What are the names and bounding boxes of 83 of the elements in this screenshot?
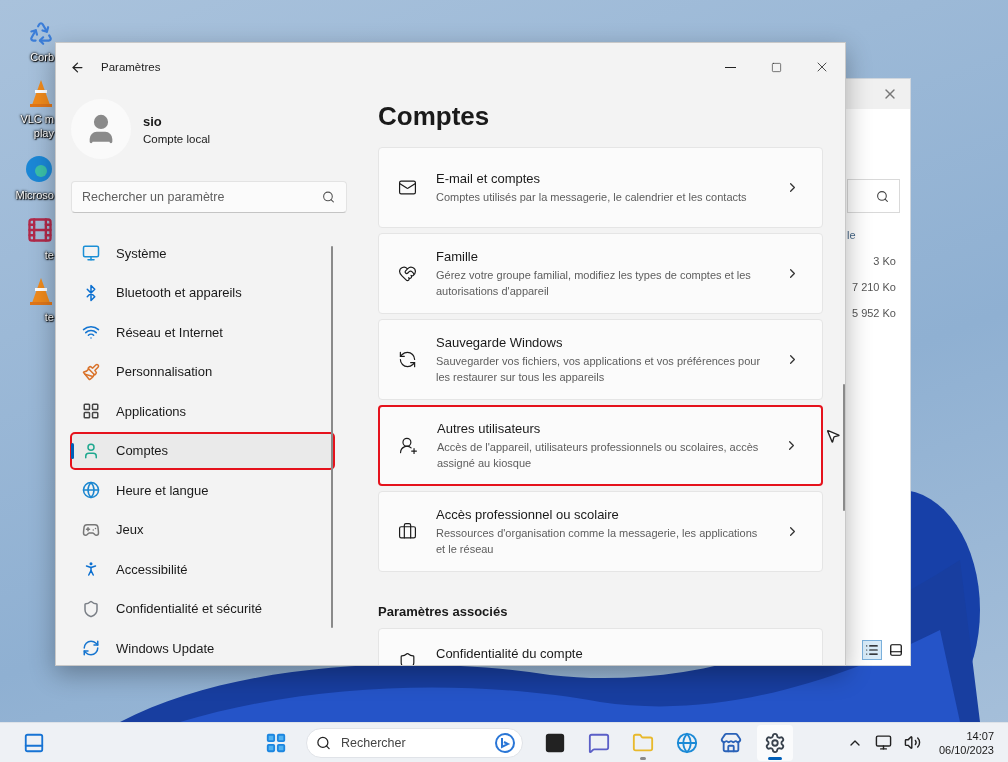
- nav-item[interactable]: Personnalisation: [71, 353, 334, 390]
- add-user-icon: [399, 436, 418, 455]
- windows-logo-icon: [265, 731, 287, 754]
- account-type: Compte local: [143, 132, 211, 145]
- update-icon: [82, 639, 100, 657]
- recycle-bin-icon: [28, 20, 54, 46]
- nav-item[interactable]: Réseau et Internet: [71, 314, 334, 350]
- wifi-icon: [82, 323, 100, 341]
- card-title: Sauvegarde Windows: [436, 334, 564, 350]
- search-field[interactable]: Rechercher: [306, 727, 523, 758]
- settings-card[interactable]: Autres utilisateurs Accès de l'appareil, utilisateurs professionnels ou scolaires, accès assigné au kiosque: [378, 405, 823, 486]
- desktop-icon-label: Microso: [15, 188, 54, 202]
- card-description: Ressources d'organisation comme la messagerie, les applications et le réseau: [436, 525, 759, 557]
- desktop-icon-label: VLC m play: [19, 112, 54, 140]
- file-size: 7 210 Ko: [850, 281, 897, 293]
- card-title: E-mail et comptes: [436, 170, 542, 186]
- briefcase-icon: [398, 522, 417, 541]
- nav-item[interactable]: Heure et langue: [71, 472, 334, 508]
- nav-item[interactable]: Bluetooth et appareils: [71, 274, 334, 311]
- taskbar-app-button[interactable]: [757, 724, 793, 761]
- clock-time[interactable]: 14:07: [966, 729, 994, 742]
- mouse-cursor-icon: [825, 428, 841, 444]
- desktop-icon-label: Corb: [30, 50, 54, 64]
- settings-card[interactable]: Accès professionnel ou scolaire Ressources d'organisation comme la messagerie, les applications et le réseau: [378, 491, 823, 572]
- back-button[interactable]: [70, 59, 85, 75]
- nav-item[interactable]: Jeux: [71, 511, 334, 548]
- nav-item[interactable]: Windows Update: [71, 630, 334, 665]
- file-size: 3 Ko: [872, 255, 897, 267]
- search-field[interactable]: [847, 179, 900, 213]
- settings-card[interactable]: Famille Gérez votre groupe familial, modifiez les types de comptes et les autorisations d'appareil: [378, 233, 823, 314]
- chat-icon: [588, 731, 610, 754]
- nav-item[interactable]: Comptes: [71, 432, 334, 469]
- user-name: sio: [143, 113, 163, 129]
- nav-item[interactable]: Système: [71, 235, 334, 271]
- desktop-icon-label: te: [44, 310, 54, 324]
- section-heading: Paramètres associés: [378, 604, 509, 619]
- column-header: le: [847, 229, 857, 241]
- backup-icon: [398, 350, 417, 369]
- search-icon: [876, 189, 889, 203]
- paintbrush-icon: [82, 362, 100, 381]
- card-description: Accès de l'appareil, utilisateurs professionnels ou scolaires, accès assigné au kiosque: [437, 439, 760, 471]
- desktop-icon-label: te: [44, 248, 54, 262]
- person-icon: [82, 441, 100, 460]
- nav-item[interactable]: Applications: [71, 393, 334, 429]
- search-field[interactable]: Rechercher un paramètre: [71, 181, 347, 213]
- card-title: Confidentialité du compte: [436, 646, 584, 661]
- folder-icon: [632, 731, 654, 754]
- nav-item[interactable]: Accessibilité: [71, 551, 334, 587]
- file-size: 5 952 Ko: [850, 307, 897, 319]
- maximize-icon: [770, 61, 782, 73]
- volume-icon[interactable]: [903, 734, 921, 751]
- card-title: Accès professionnel ou scolaire: [436, 506, 620, 522]
- monitor-icon: [82, 244, 100, 262]
- scrollbar[interactable]: [331, 246, 333, 628]
- nav-item[interactable]: Confidentialité et sécurité: [71, 590, 334, 627]
- card-description: Comptes utilisés par la messagerie, le calendrier et les contacts: [436, 189, 748, 205]
- card-title: Autres utilisateurs: [437, 420, 542, 436]
- card-title: Famille: [436, 248, 479, 264]
- widgets-icon: [23, 731, 45, 754]
- settings-icon: [764, 731, 786, 754]
- scrollbar[interactable]: [843, 384, 845, 511]
- store-icon: [720, 731, 742, 754]
- clock-date[interactable]: 06/10/2023: [938, 743, 994, 756]
- traffic-cone-icon: [28, 276, 54, 306]
- search-icon: [322, 190, 335, 204]
- minimize-icon: [724, 66, 736, 68]
- details-view-button[interactable]: [862, 640, 882, 660]
- card-description: Gérez votre groupe familial, modifiez les types de comptes et les autorisations d'appareil: [436, 267, 752, 299]
- film-icon: [26, 216, 54, 244]
- search-icon: [316, 735, 331, 750]
- card-description: Sauvegarder vos fichiers, vos applications et vos préférences pour les restaurer sur tous les appareils: [436, 353, 762, 385]
- list-icon: [865, 643, 879, 657]
- bing-icon: [495, 732, 515, 753]
- traffic-cone-icon: [28, 78, 54, 108]
- settings-card[interactable]: Sauvegarde Windows Sauvegarder vos fichiers, vos applications et vos préférences pour les restaurer sur tous les appareils: [378, 319, 823, 400]
- shield-icon: [82, 599, 100, 618]
- apps-grid-icon: [82, 402, 100, 420]
- settings-card[interactable]: E-mail et comptes Comptes utilisés par la messagerie, le calendrier et les contacts: [378, 147, 823, 228]
- page-heading: Comptes: [378, 101, 491, 132]
- globe-icon: [82, 481, 100, 499]
- settings-card[interactable]: Confidentialité du compte: [378, 628, 823, 665]
- envelope-icon: [398, 178, 417, 197]
- window-title: Paramètres: [101, 61, 161, 73]
